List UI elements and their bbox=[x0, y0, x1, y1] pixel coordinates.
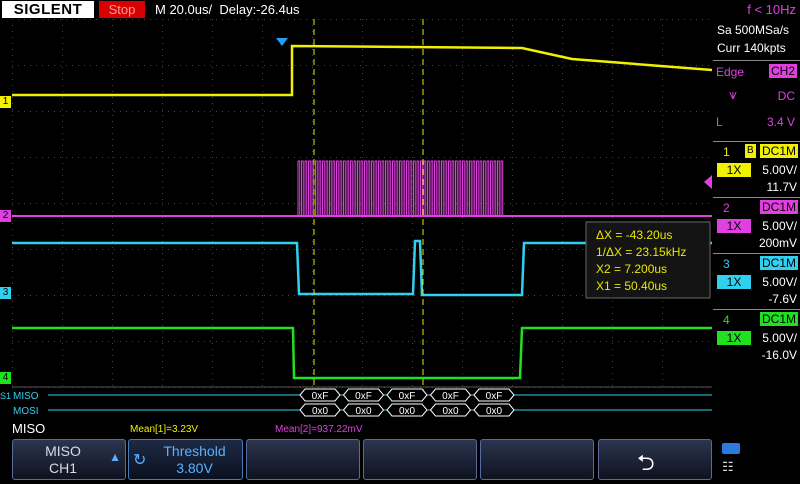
softkey-empty-5[interactable] bbox=[480, 439, 594, 480]
measure-mean-ch2: Mean[2]=937.22mV bbox=[275, 424, 363, 435]
ch3-number: 3 bbox=[723, 257, 730, 271]
softkey-threshold-label: Threshold bbox=[163, 443, 226, 459]
ch4-coupling: DC1M bbox=[759, 312, 798, 326]
network-icon: ☷ bbox=[722, 459, 734, 474]
cursor-x1-value: X1 = 50.40us bbox=[596, 279, 667, 293]
trigger-panel[interactable]: Edge CH2 ⩛ DC L 3.4 V bbox=[713, 60, 800, 134]
softkey-threshold-value: 3.80V bbox=[176, 460, 213, 476]
arrow-up-icon: ▲ bbox=[109, 450, 121, 464]
ch2-probe: 1X bbox=[717, 219, 751, 233]
ch1-number: 1 bbox=[723, 145, 730, 159]
ch1-bw-limit: B bbox=[745, 144, 756, 158]
memory-depth: Curr 140kpts bbox=[717, 41, 786, 55]
ch1-coupling: DC1M bbox=[759, 144, 798, 158]
ch3-info[interactable]: 3 DC1M 1X 5.00V/ -7.6V bbox=[713, 253, 800, 310]
trigger-level: 3.4 V bbox=[766, 115, 795, 129]
ch1-info[interactable]: 1 B DC1M 1X 5.00V/ 11.7V bbox=[713, 141, 800, 198]
decode-value: 0x0 bbox=[486, 406, 503, 417]
trigger-mode: L bbox=[716, 115, 723, 129]
timebase-value: M 20.0us/ bbox=[155, 2, 213, 17]
softkey-miso-source[interactable]: MISO CH1 ▲ bbox=[12, 439, 126, 480]
rotate-knob-icon: ↻ bbox=[133, 452, 147, 469]
falling-edge-icon: ⩛ bbox=[729, 86, 737, 102]
ch1-probe: 1X bbox=[717, 163, 751, 177]
trigger-frequency: f < 10Hz bbox=[747, 2, 796, 17]
ch3-offset: -7.6V bbox=[768, 292, 797, 306]
ch3-probe: 1X bbox=[717, 275, 751, 289]
run-stop-indicator[interactable]: Stop bbox=[99, 1, 145, 18]
decode-value: 0x0 bbox=[312, 406, 329, 417]
ch4-offset: -16.0V bbox=[761, 348, 797, 362]
decode-mosi-row: MOSI 0x0 0x0 0x0 0x0 0x0 bbox=[13, 403, 712, 417]
measurement-bar: MISO Mean[1]=3.23V Mean[2]=937.22mV bbox=[0, 421, 800, 438]
ch4-probe: 1X bbox=[717, 331, 751, 345]
decode-value: 0x0 bbox=[355, 406, 372, 417]
bus-marker[interactable]: S1 bbox=[0, 390, 11, 402]
decode-mosi-label: MOSI bbox=[13, 406, 39, 417]
trigger-source: CH2 bbox=[768, 64, 797, 78]
decode-value: 0x0 bbox=[399, 406, 416, 417]
usb-storage-icon bbox=[722, 443, 740, 454]
ch4-info[interactable]: 4 DC1M 1X 5.00V/ -16.0V bbox=[713, 309, 800, 366]
softkey-return[interactable]: ⮌ bbox=[598, 439, 712, 480]
ch2-offset-marker[interactable]: 2 bbox=[0, 210, 11, 222]
ch4-scale: 5.00V/ bbox=[762, 331, 797, 345]
waveform-display[interactable]: ΔX = -43.20us 1/ΔX = 23.15kHz X2 = 7.200… bbox=[12, 19, 712, 407]
decode-value: 0x0 bbox=[442, 406, 459, 417]
cursor-x2-value: X2 = 7.200us bbox=[596, 262, 667, 276]
trigger-type: Edge bbox=[716, 65, 745, 79]
ch2-coupling: DC1M bbox=[759, 200, 798, 214]
ch3-offset-marker[interactable]: 3 bbox=[0, 287, 11, 299]
ch2-offset: 200mV bbox=[758, 236, 797, 250]
ch2-number: 2 bbox=[723, 201, 730, 215]
cursor-inverse-delta-x: 1/ΔX = 23.15kHz bbox=[596, 245, 686, 259]
measure-mean-ch1: Mean[1]=3.23V bbox=[130, 424, 199, 435]
timebase-readout[interactable]: M 20.0us/ Delay:-26.4us bbox=[155, 1, 300, 18]
softkey-miso-value: CH1 bbox=[48, 460, 77, 476]
delay-value: Delay:-26.4us bbox=[219, 2, 300, 17]
return-arrow-icon: ⮌ bbox=[637, 450, 655, 475]
trigger-level-marker[interactable] bbox=[704, 175, 712, 189]
status-bar: SIGLENT Stop M 20.0us/ Delay:-26.4us f <… bbox=[0, 0, 800, 19]
softkey-threshold[interactable]: ↻ Threshold 3.80V bbox=[128, 439, 243, 480]
ch2-scale: 5.00V/ bbox=[762, 219, 797, 233]
brand-logo: SIGLENT bbox=[2, 1, 94, 18]
cursor-readout: ΔX = -43.20us 1/ΔX = 23.15kHz X2 = 7.200… bbox=[585, 221, 711, 299]
decode-channel-label: MISO bbox=[12, 421, 46, 436]
ch1-offset-marker[interactable]: 1 bbox=[0, 96, 11, 108]
trigger-coupling: DC bbox=[777, 89, 795, 103]
softkey-miso-label: MISO bbox=[45, 443, 81, 459]
softkey-empty-4[interactable] bbox=[363, 439, 477, 480]
ch2-info[interactable]: 2 DC1M 1X 5.00V/ 200mV bbox=[713, 197, 800, 254]
ch4-offset-marker[interactable]: 4 bbox=[0, 372, 11, 384]
sample-rate: Sa 500MSa/s bbox=[717, 23, 790, 37]
ch1-offset: 11.7V bbox=[766, 180, 797, 194]
ch3-scale: 5.00V/ bbox=[762, 275, 797, 289]
softkey-empty-3[interactable] bbox=[246, 439, 360, 480]
ch3-coupling: DC1M bbox=[759, 256, 798, 270]
cursor-delta-x: ΔX = -43.20us bbox=[596, 228, 672, 242]
ch1-scale: 5.00V/ bbox=[762, 163, 797, 177]
ch4-number: 4 bbox=[723, 313, 730, 327]
